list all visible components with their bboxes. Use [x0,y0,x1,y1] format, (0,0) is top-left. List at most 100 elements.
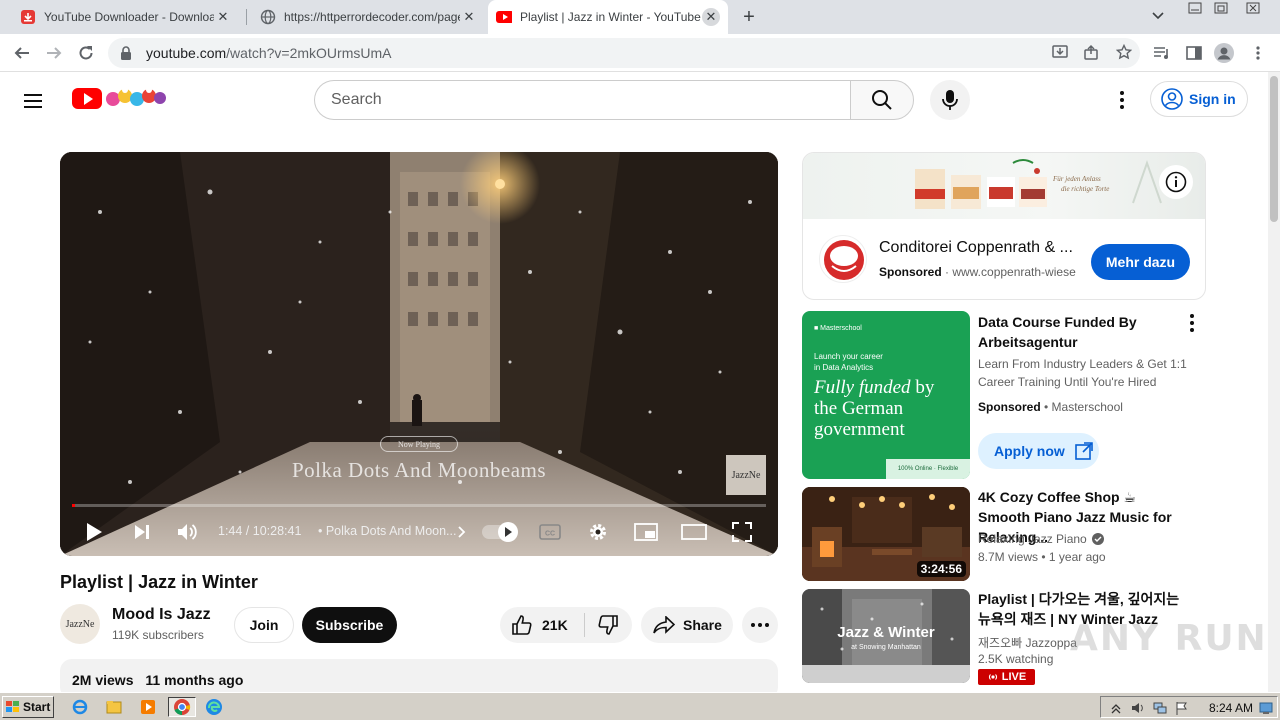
minimize-window-icon[interactable] [1188,2,1202,16]
next-video-icon[interactable] [128,518,156,546]
sponsored-ad-coppenrath[interactable]: Für jeden Anlass die richtige Torte Cond… [802,152,1206,300]
channel-name[interactable]: Relaxing Jazz Piano [978,532,1105,546]
channel-name[interactable]: Mood Is Jazz [112,606,211,624]
ad-title[interactable]: Data Course Funded By Arbeitsagentur [978,312,1174,352]
like-button[interactable]: 21K [500,607,584,643]
tab-title: Playlist | Jazz in Winter - YouTube [520,10,701,24]
settings-gear-icon[interactable] [584,518,612,546]
ad-thumb-headline-1: Fully funded [814,377,911,398]
progress-bar[interactable] [72,504,766,507]
apply-now-button[interactable]: Apply now [978,433,1099,469]
file-explorer-icon[interactable] [104,697,124,717]
browser-menu-icon[interactable] [1248,43,1268,63]
reload-icon[interactable] [74,41,98,65]
guide-menu-icon[interactable] [24,90,48,110]
thumbs-down-icon [598,615,618,635]
restore-window-icon[interactable] [1214,2,1228,16]
ad-title[interactable]: Conditorei Coppenrath & ... [879,239,1079,257]
address-bar[interactable]: youtube.com/watch?v=2mkOUrmsUmA [108,38,1140,68]
search-button[interactable] [850,80,914,120]
video-thumbnail-ny-winter-jazz[interactable]: Jazz & Winter at Snowing Manhattan [802,589,970,683]
channel-avatar[interactable]: JazzNe [60,604,100,644]
youtube-logo[interactable] [72,88,102,109]
chapter-title[interactable]: • Polka Dots And Moon... [318,524,456,538]
chrome-taskbar-icon[interactable] [168,697,196,717]
download-favicon-icon [20,9,36,25]
speaker-icon[interactable] [1131,701,1145,715]
taskbar-clock[interactable]: 8:24 AM [1209,701,1253,715]
ad-thumbnail-masterschool[interactable]: ■ Masterschool Launch your career in Data… [802,311,970,479]
miniplayer-icon[interactable] [632,518,660,546]
close-tab-icon[interactable]: ✕ [702,8,720,26]
thumbs-up-icon [512,615,532,635]
network-icon[interactable] [1153,701,1167,715]
tab-youtube-playlist[interactable]: Playlist | Jazz in Winter - YouTube ✕ [488,0,728,34]
back-arrow-icon[interactable] [10,41,34,65]
join-button[interactable]: Join [234,607,294,643]
video-player[interactable]: Now Playing Polka Dots And Moonbeams Jaz… [60,152,778,556]
internet-explorer-icon[interactable] [70,697,90,717]
fullscreen-icon[interactable] [728,518,756,546]
youtube-doodle-logo[interactable] [106,84,166,110]
share-page-icon[interactable] [1084,44,1100,63]
tab-httperrordecoder[interactable]: https://httperrordecoder.com/page/ ✕ [252,0,486,34]
video-thumbnail-coffee-shop[interactable]: 3:24:56 [802,487,970,581]
close-window-icon[interactable] [1246,2,1260,16]
show-desktop-icon[interactable] [1259,701,1273,715]
ad-info-icon[interactable] [1159,165,1193,199]
chapter-chevron-icon[interactable] [448,518,476,546]
play-icon[interactable] [80,518,108,546]
tab-search-chevron-icon[interactable] [1152,8,1164,23]
media-controls-icon[interactable] [1152,43,1172,63]
lock-icon [120,46,134,60]
theater-mode-icon[interactable] [680,518,708,546]
profile-avatar-icon[interactable] [1214,43,1234,63]
mehr-dazu-button[interactable]: Mehr dazu [1091,244,1190,280]
tab-youtube-downloader[interactable]: YouTube Downloader - Download Yo ✕ [12,0,240,34]
media-player-icon[interactable] [138,697,158,717]
new-tab-button[interactable]: + [738,6,760,28]
channel-name[interactable]: 재즈오빠 Jazzoppa [978,634,1077,651]
forward-arrow-icon[interactable] [42,41,66,65]
sign-in-button[interactable]: Sign in [1150,81,1248,117]
ad-menu-icon[interactable] [1184,314,1200,334]
side-panel-icon[interactable] [1184,43,1204,63]
edge-taskbar-icon[interactable] [204,697,224,717]
settings-menu-icon[interactable] [1110,88,1134,112]
page-scrollbar[interactable] [1268,72,1280,692]
tab-title: YouTube Downloader - Download Yo [44,10,214,24]
subscribe-button[interactable]: Subscribe [302,607,397,643]
autoplay-toggle[interactable] [482,522,518,542]
voice-search-button[interactable] [930,80,970,120]
sponsored-label: Sponsored [978,400,1041,414]
start-button[interactable]: Start [2,696,54,718]
action-center-flag-icon[interactable] [1175,701,1189,715]
scrollbar-thumb[interactable] [1270,76,1278,222]
close-tab-icon[interactable]: ✕ [214,8,232,26]
subtitles-icon[interactable]: CC [536,518,564,546]
search-input[interactable]: Search [314,80,850,120]
tray-expand-icon[interactable] [1109,701,1123,715]
install-app-icon[interactable] [1052,44,1068,63]
ad-thumb-headline-3: the German [814,398,904,419]
bookmark-star-icon[interactable] [1115,43,1133,63]
dislike-button[interactable] [588,607,628,643]
ad-banner-image: Für jeden Anlass die richtige Torte [803,153,1205,219]
live-badge: LIVE [978,669,1035,685]
view-count: 2M views [72,672,134,688]
microphone-icon [942,90,958,110]
now-playing-label: Now Playing [380,436,458,452]
player-controls: 1:44 / 10:28:41 • Polka Dots And Moon...… [60,514,778,550]
like-count: 21K [542,617,568,633]
more-actions-button[interactable] [742,607,778,643]
channel-watermark-badge[interactable]: JazzNe [726,455,766,495]
advertiser-name: • Masterschool [1044,400,1123,414]
share-button[interactable]: Share [641,607,733,643]
ad-thumb-tagline-1: Launch your career [814,352,883,361]
volume-icon[interactable] [174,518,202,546]
url-host: youtube.com [146,45,227,61]
upload-age: 11 months ago [145,672,244,688]
close-tab-icon[interactable]: ✕ [460,8,478,26]
tab-divider [246,9,247,25]
windows-flag-icon [6,701,19,712]
